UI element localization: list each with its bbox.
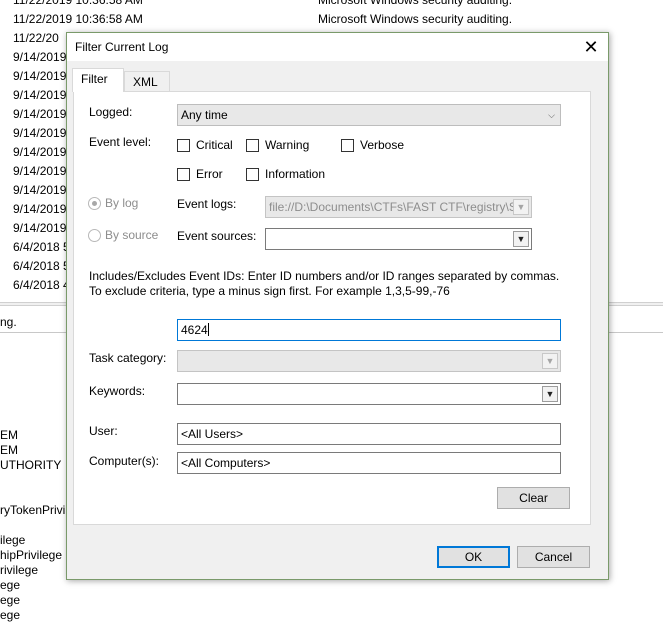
event-sources-label: Event sources: — [177, 229, 257, 243]
logged-label: Logged: — [89, 105, 133, 119]
event-date: 11/22/2019 10:36:58 AM — [13, 12, 143, 26]
detail-line: UTHORITY — [0, 458, 62, 472]
event-logs-label: Event logs: — [177, 197, 237, 211]
event-date: 11/22/20 — [13, 31, 59, 45]
event-date: 9/14/2019 — [13, 183, 67, 197]
checkbox-box — [246, 168, 259, 181]
ok-button[interactable]: OK — [437, 546, 510, 568]
cancel-button[interactable]: Cancel — [517, 546, 590, 568]
user-label: User: — [89, 424, 118, 438]
radio-dot — [88, 229, 101, 242]
detail-line: ege — [0, 593, 21, 607]
information-label: Information — [265, 167, 326, 181]
detail-line: EM — [0, 428, 18, 442]
event-date: 6/4/2018 5 — [13, 240, 70, 254]
detail-line: ilege — [0, 533, 26, 547]
event-date: 9/14/2019 — [13, 69, 67, 83]
checkbox-box — [177, 139, 190, 152]
detail-line: ryTokenPrivi — [0, 503, 66, 517]
chevron-down-icon: ▼ — [542, 353, 558, 369]
checkbox-box — [246, 139, 259, 152]
event-source: Microsoft Windows security auditing. — [318, 0, 513, 7]
text-caret — [207, 323, 209, 336]
event-date: 9/14/2019 — [13, 145, 67, 159]
event-sources-dropdown[interactable]: ▼ — [265, 228, 532, 250]
detail-line: ege — [0, 578, 21, 592]
by-source-label: By source — [105, 228, 159, 242]
computers-input[interactable]: <All Computers> — [177, 452, 561, 474]
event-date: 9/14/2019 — [13, 202, 67, 216]
event-date: 9/14/2019 — [13, 126, 67, 140]
event-date: 9/14/2019 — [13, 164, 67, 178]
tab-xml[interactable]: XML — [124, 71, 170, 93]
logged-dropdown[interactable]: Any time ⌵ — [177, 104, 561, 126]
status-text: ng. — [0, 315, 17, 329]
computers-value: <All Computers> — [181, 456, 271, 470]
by-log-label: By log — [105, 196, 139, 210]
tab-filter[interactable]: Filter — [72, 68, 124, 92]
warning-label: Warning — [265, 138, 310, 152]
event-logs-value: file://D:\Documents\CTFs\FAST CTF\regist… — [269, 200, 513, 214]
event-logs-dropdown[interactable]: file://D:\Documents\CTFs\FAST CTF\regist… — [265, 196, 532, 218]
error-label: Error — [196, 167, 223, 181]
keywords-dropdown[interactable]: ▼ — [177, 383, 561, 405]
event-source: Microsoft Windows security auditing. — [318, 12, 513, 26]
event-date: 9/14/2019 — [13, 221, 67, 235]
verbose-label: Verbose — [360, 138, 405, 152]
chevron-down-icon: ⌵ — [548, 110, 555, 120]
dialog-title: Filter Current Log — [75, 40, 169, 54]
event-ids-input[interactable]: 4624 — [177, 319, 561, 341]
detail-line: EM — [0, 443, 18, 457]
computers-label: Computer(s): — [89, 454, 160, 468]
chevron-down-icon: ▼ — [513, 231, 529, 247]
event-date: 6/4/2018 5 — [13, 259, 70, 273]
task-category-label: Task category: — [89, 351, 167, 365]
dialog-titlebar: Filter Current Log ✕ — [67, 33, 608, 61]
event-date: 9/14/2019 — [13, 50, 67, 64]
user-input[interactable]: <All Users> — [177, 423, 561, 445]
clear-button[interactable]: Clear — [497, 487, 570, 509]
user-value: <All Users> — [181, 427, 244, 441]
radio-dot — [88, 197, 101, 210]
keywords-label: Keywords: — [89, 384, 146, 398]
detail-line: hipPrivilege — [0, 548, 63, 562]
event-date: 9/14/2019 — [13, 107, 67, 121]
checkbox-box — [177, 168, 190, 181]
detail-line: rivilege — [0, 563, 39, 577]
logged-value: Any time — [181, 108, 228, 122]
event-date: 9/14/2019 — [13, 88, 67, 102]
event-ids-description: Includes/Excludes Event IDs: Enter ID nu… — [89, 269, 560, 298]
chevron-down-icon: ▼ — [513, 199, 529, 215]
chevron-down-icon: ▼ — [542, 386, 558, 402]
critical-label: Critical — [196, 138, 233, 152]
event-date: 11/22/2019 10:36:58 AM — [13, 0, 143, 7]
event-ids-value: 4624 — [181, 323, 208, 337]
checkbox-box — [341, 139, 354, 152]
task-category-dropdown[interactable]: ▼ — [177, 350, 561, 372]
event-date: 6/4/2018 4 — [13, 278, 70, 292]
close-icon[interactable]: ✕ — [574, 33, 608, 61]
event-level-label: Event level: — [89, 135, 152, 149]
